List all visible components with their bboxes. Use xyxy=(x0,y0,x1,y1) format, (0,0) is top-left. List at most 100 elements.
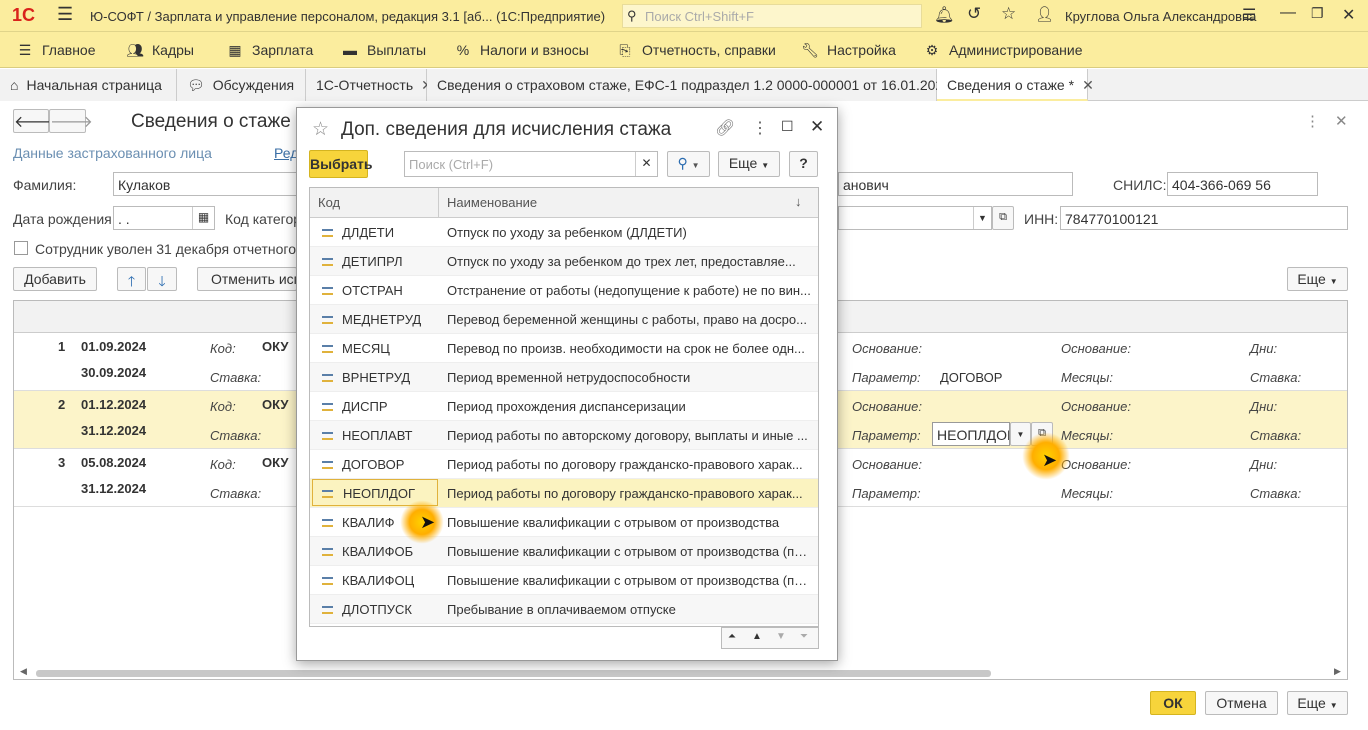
last-page-icon[interactable]: ⏷ xyxy=(800,631,808,642)
catalog-item-icon xyxy=(322,287,333,295)
surname-field[interactable]: Кулаков xyxy=(113,172,297,196)
dialog-close-icon[interactable]: ✕ xyxy=(810,117,824,137)
item-code: ДОГОВОР xyxy=(342,457,405,472)
base-label: Основание: xyxy=(852,341,922,356)
list-item[interactable]: КВАЛИФОЦ Повышение квалификации с отрывом… xyxy=(310,566,818,595)
link-icon[interactable]: 🔗︎ xyxy=(715,118,735,138)
dialog-search-input[interactable]: Поиск (Ctrl+F) ✕ xyxy=(404,151,658,177)
horizontal-scrollbar[interactable] xyxy=(36,670,991,677)
menu-item-settings[interactable]: 🔧︎ Настройка xyxy=(801,42,896,59)
move-up-button[interactable]: 🡑 xyxy=(117,267,146,291)
list-item[interactable]: ДИСПР Период прохождения диспансеризации xyxy=(310,392,818,421)
list-item[interactable]: ДЛОТПУСК Пребывание в оплачиваемом отпуск… xyxy=(310,595,818,624)
menu-item-taxes[interactable]: % Налоги и взносы xyxy=(454,42,589,58)
column-header-name[interactable]: Наименование xyxy=(447,195,537,210)
app-logo[interactable]: 1С xyxy=(12,5,35,26)
category-code-field[interactable]: ▼ xyxy=(838,206,992,230)
settings-lines-icon[interactable]: ☰ xyxy=(1242,5,1256,25)
birth-date-field[interactable]: . . ▦ xyxy=(113,206,215,230)
maximize-icon[interactable]: ☐ xyxy=(781,118,794,135)
list-item[interactable]: ВРНЕТРУД Период временной нетрудоспособно… xyxy=(310,363,818,392)
next-page-icon[interactable]: ▼ xyxy=(776,631,786,642)
back-button[interactable]: 🡐 xyxy=(13,109,57,133)
global-search-placeholder: Поиск Ctrl+Shift+F xyxy=(645,9,754,24)
months-label: Месяцы: xyxy=(1061,370,1113,385)
fired-checkbox-label[interactable]: Сотрудник уволен 31 декабря отчетного го… xyxy=(35,241,320,257)
report-icon: ⎘ xyxy=(619,42,631,58)
global-search-input[interactable]: ⚲ Поиск Ctrl+Shift+F xyxy=(622,4,922,28)
base-label: Основание: xyxy=(852,457,922,472)
tab-discussions[interactable]: 💬︎ Обсуждения xyxy=(177,69,306,101)
list-item[interactable]: ДЛДЕТИ Отпуск по уходу за ребенком (ДЛДЕТ… xyxy=(310,218,818,247)
dialog-more-button[interactable]: Еще ▼ xyxy=(718,151,780,177)
mouse-cursor-icon: ➤ xyxy=(1042,450,1058,470)
tab-experience-info[interactable]: Сведения о стаже * ✕ xyxy=(937,69,1094,101)
menu-item-hr[interactable]: 👥︎ Кадры xyxy=(126,42,194,59)
list-item-selected[interactable]: НЕОПЛДОГ Период работы по договору гражда… xyxy=(310,479,818,508)
edit-link[interactable]: Ред xyxy=(274,145,298,161)
cancel-button[interactable]: Отмена xyxy=(1205,691,1278,715)
item-name: Перевод беременной женщины с работы, пра… xyxy=(447,312,807,327)
open-category-button[interactable]: ⧉ xyxy=(992,206,1014,230)
item-name: Повышение квалификации с отрывом от прои… xyxy=(447,544,812,559)
menu-item-salary[interactable]: ▦ Зарплата xyxy=(226,42,313,59)
sort-down-icon[interactable]: ↓ xyxy=(795,194,802,209)
list-item[interactable]: ДОГОВОР Период работы по договору граждан… xyxy=(310,450,818,479)
select-button[interactable]: Выбрать xyxy=(309,150,373,178)
favorite-star-icon[interactable]: ☆ xyxy=(312,118,329,141)
dialog-more-icon[interactable]: ⋮ xyxy=(752,118,768,138)
dropdown-arrow-icon[interactable]: ▼ xyxy=(973,207,991,229)
list-item[interactable]: ОТСТРАН Отстранение от работы (недопущени… xyxy=(310,276,818,305)
list-item[interactable]: НЕОПЛАВТ Период работы по авторскому дого… xyxy=(310,421,818,450)
user-name[interactable]: Круглова Ольга Александровна xyxy=(1065,9,1256,24)
form-more-button[interactable]: Еще ▼ xyxy=(1287,267,1348,291)
fired-checkbox[interactable] xyxy=(14,241,28,255)
close-icon[interactable]: ✕ xyxy=(1342,5,1355,25)
item-code: ОТСТРАН xyxy=(342,283,403,298)
scroll-left-icon[interactable]: ◀ xyxy=(20,666,27,677)
add-button[interactable]: Добавить xyxy=(13,267,97,291)
menu-item-admin[interactable]: ⚙ Администрирование xyxy=(923,42,1083,59)
forward-button[interactable]: 🡒 xyxy=(49,109,93,133)
rate2-label: Ставка: xyxy=(1250,486,1302,501)
minimize-icon[interactable]: — xyxy=(1280,4,1296,22)
move-down-button[interactable]: 🡓 xyxy=(147,267,177,291)
scroll-right-icon[interactable]: ▶ xyxy=(1334,666,1341,677)
prev-page-icon[interactable]: ▲ xyxy=(752,631,762,642)
bell-icon[interactable]: 🔔︎ xyxy=(934,5,954,25)
clear-search-icon[interactable]: ✕ xyxy=(635,152,657,176)
restore-icon[interactable]: ❐ xyxy=(1311,5,1324,22)
user-icon[interactable]: 👤︎ xyxy=(1035,5,1054,23)
patronymic-field[interactable]: анович xyxy=(838,172,1073,196)
column-header-code[interactable]: Код xyxy=(318,195,340,210)
form-more-icon[interactable]: ⋮ xyxy=(1305,112,1320,130)
list-item[interactable]: ДЕТИПРЛ Отпуск по уходу за ребенком до тр… xyxy=(310,247,818,276)
menu-item-reports[interactable]: ⎘ Отчетность, справки xyxy=(616,42,775,59)
hamburger-icon[interactable]: ☰ xyxy=(57,4,73,25)
code-label: Код: xyxy=(210,341,236,356)
menu-item-payments[interactable]: ▬ Выплаты xyxy=(341,42,426,58)
rate-label: Ставка: xyxy=(210,370,262,385)
list-item[interactable]: МЕДНЕТРУД Перевод беременной женщины с ра… xyxy=(310,305,818,334)
tab-insurance-record[interactable]: Сведения о страховом стаже, ЕФС-1 подраз… xyxy=(427,69,971,101)
footer-more-button[interactable]: Еще ▼ xyxy=(1287,691,1348,715)
tab-home[interactable]: ⌂ Начальная страница xyxy=(0,69,177,101)
search-options-button[interactable]: ⚲ ▼ xyxy=(667,151,710,177)
history-icon[interactable]: ↺ xyxy=(967,4,981,24)
list-item[interactable]: КВАЛИФ Повышение квалификации с отрывом о… xyxy=(310,508,818,537)
inn-field[interactable]: 784770100121 xyxy=(1060,206,1348,230)
cancel-fix-button[interactable]: Отменить испр xyxy=(197,267,297,291)
menu-item-main[interactable]: ☰ Главное xyxy=(16,42,96,59)
tab-close-icon[interactable]: ✕ xyxy=(1082,77,1094,93)
first-page-icon[interactable]: ⏶ xyxy=(728,631,736,642)
tab-1c-reporting[interactable]: 1С-Отчетность✕ xyxy=(306,69,433,101)
ok-button[interactable]: ОК xyxy=(1150,691,1196,715)
snils-field[interactable]: 404-366-069 56 xyxy=(1167,172,1318,196)
form-close-icon[interactable]: ✕ xyxy=(1335,112,1348,130)
list-item[interactable]: МЕСЯЦ Перевод по произв. необходимости на… xyxy=(310,334,818,363)
calendar-icon[interactable]: ▦ xyxy=(192,207,214,229)
star-icon[interactable]: ☆ xyxy=(1001,4,1016,24)
list-item[interactable]: КВАЛИФОБ Повышение квалификации с отрывом… xyxy=(310,537,818,566)
help-button[interactable]: ? xyxy=(789,151,818,177)
param-input[interactable]: НЕОПЛДОГ xyxy=(932,422,1010,446)
